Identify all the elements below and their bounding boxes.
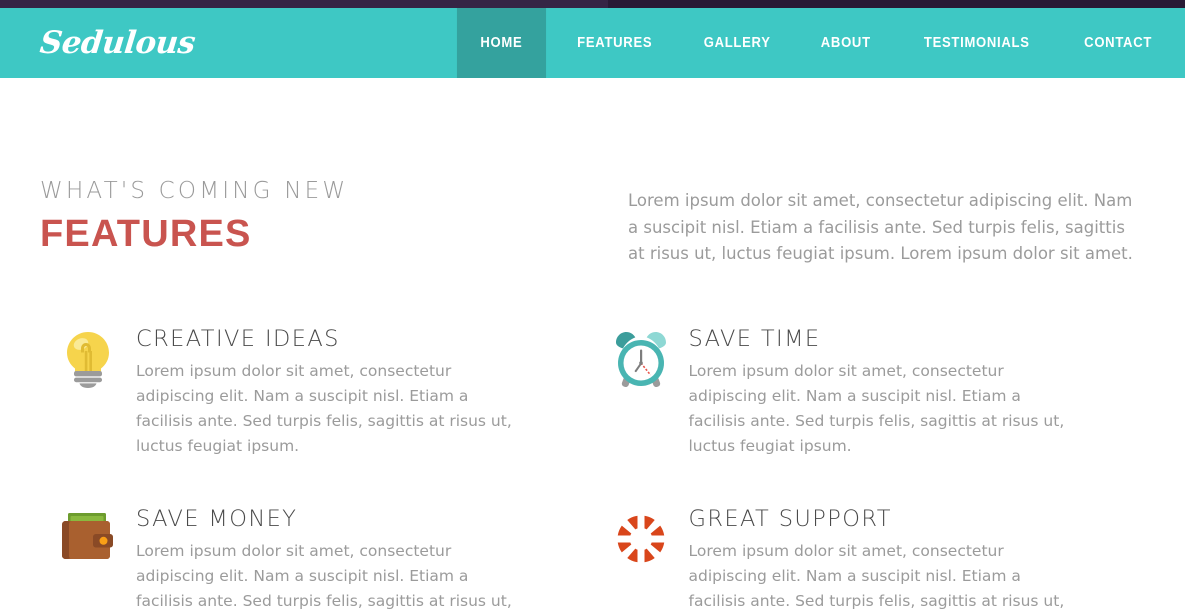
feature-title: Great Support xyxy=(688,506,892,533)
section-intro-copy-group: Lorem ipsum dolor sit amet, consectetur … xyxy=(628,178,1145,268)
feature-grid: Creative Ideas Lorem ipsum dolor sit ame… xyxy=(40,326,1145,611)
feature-icon-wrapper xyxy=(40,326,136,458)
features-section: What's Coming New Features Lorem ipsum d… xyxy=(0,78,1185,611)
nav-item-testimonials[interactable]: TESTIMONIALS xyxy=(904,8,1049,78)
nav-item-contact[interactable]: CONTACT xyxy=(1064,8,1179,78)
feature-description: Lorem ipsum dolor sit amet, consectetur … xyxy=(136,362,512,455)
lightbulb-icon xyxy=(67,332,109,389)
section-eyebrow: What's Coming New xyxy=(40,178,349,204)
feature-title: Save Money xyxy=(136,506,298,533)
feature-description: Lorem ipsum dolor sit amet, consectetur … xyxy=(688,362,1065,455)
feature-text-wrapper: Save Money Lorem ipsum dolor sit amet, c… xyxy=(136,506,545,611)
site-logo[interactable]: Sedulous xyxy=(0,8,197,78)
feature-item-great-support: Great Support Lorem ipsum dolor sit amet… xyxy=(593,506,1146,611)
feature-text-wrapper: Great Support Lorem ipsum dolor sit amet… xyxy=(689,506,1098,611)
nav-item-about[interactable]: ABOUT xyxy=(801,8,891,78)
nav-item-gallery[interactable]: GALLERY xyxy=(684,8,791,78)
feature-item-creative-ideas: Creative Ideas Lorem ipsum dolor sit ame… xyxy=(40,326,593,506)
feature-text-wrapper: Save Time Lorem ipsum dolor sit amet, co… xyxy=(689,326,1098,458)
site-header: Sedulous HOME FEATURES GALLERY ABOUT TES… xyxy=(0,8,1185,78)
section-description: Lorem ipsum dolor sit amet, consectetur … xyxy=(628,191,1133,264)
life-ring-icon xyxy=(611,510,670,569)
feature-icon-wrapper xyxy=(40,506,136,611)
section-intro: What's Coming New Features Lorem ipsum d… xyxy=(40,78,1145,268)
top-accent-bar xyxy=(0,0,1185,8)
alarm-clock-icon xyxy=(615,332,666,388)
feature-item-save-money: Save Money Lorem ipsum dolor sit amet, c… xyxy=(40,506,593,611)
feature-text-wrapper: Creative Ideas Lorem ipsum dolor sit ame… xyxy=(136,326,545,458)
site-logo-text: Sedulous xyxy=(38,24,197,61)
main-navigation: HOME FEATURES GALLERY ABOUT TESTIMONIALS… xyxy=(452,8,1185,78)
section-title: Features xyxy=(40,212,252,255)
feature-title: Save Time xyxy=(688,326,821,353)
feature-description: Lorem ipsum dolor sit amet, consectetur … xyxy=(688,542,1065,610)
top-accent-bar-left xyxy=(0,0,608,8)
nav-item-home[interactable]: HOME xyxy=(456,8,546,78)
top-accent-bar-right xyxy=(608,0,1185,8)
feature-title: Creative Ideas xyxy=(136,326,340,353)
section-intro-heading-group: What's Coming New Features xyxy=(40,178,628,268)
feature-icon-wrapper xyxy=(593,326,689,458)
feature-icon-wrapper xyxy=(593,506,689,611)
feature-description: Lorem ipsum dolor sit amet, consectetur … xyxy=(136,542,512,610)
wallet-icon xyxy=(62,513,113,560)
nav-item-features[interactable]: FEATURES xyxy=(557,8,672,78)
feature-item-save-time: Save Time Lorem ipsum dolor sit amet, co… xyxy=(593,326,1146,506)
